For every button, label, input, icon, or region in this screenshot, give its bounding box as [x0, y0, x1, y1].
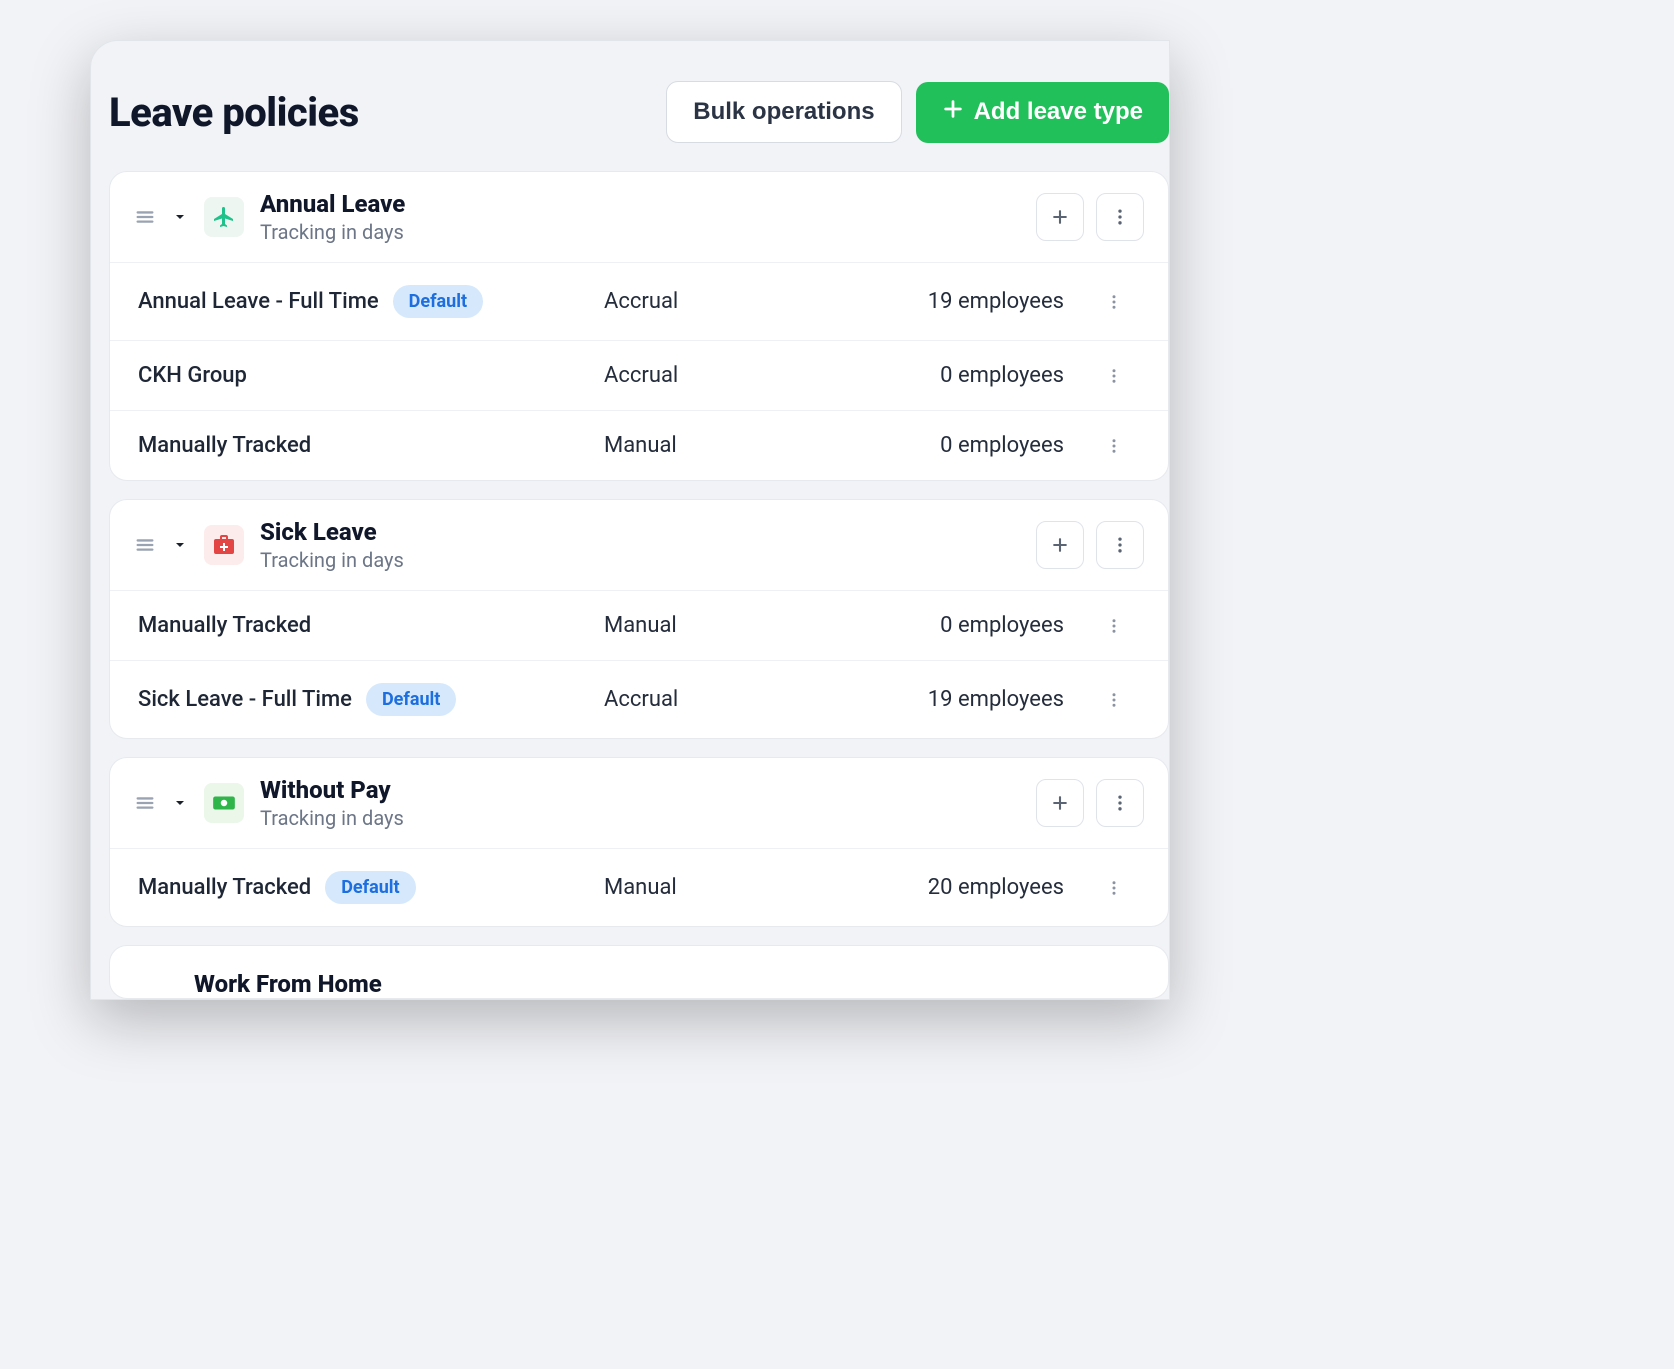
policy-employee-count: 19 employees: [824, 289, 1084, 314]
policy-name: CKH Group: [138, 363, 247, 388]
leave-type-title: Without Pay: [260, 776, 1020, 804]
leave-type-actions: [1036, 193, 1144, 241]
policy-name-cell: CKH Group: [138, 363, 604, 388]
policy-employee-count: 0 employees: [824, 613, 1084, 638]
leave-type-card: Sick Leave Tracking in days Manually Tra…: [109, 499, 1169, 739]
medkit-icon: [204, 525, 244, 565]
add-policy-button[interactable]: [1036, 193, 1084, 241]
drag-handle-icon[interactable]: [134, 534, 156, 556]
leave-type-actions: [1036, 779, 1144, 827]
policy-menu-icon[interactable]: [1084, 879, 1144, 897]
type-menu-button[interactable]: [1096, 779, 1144, 827]
leave-type-header: Without Pay Tracking in days: [110, 758, 1168, 849]
policy-row[interactable]: Sick Leave - Full Time Default Accrual 1…: [110, 661, 1168, 738]
cash-icon: [204, 783, 244, 823]
page-container: Leave policies Bulk operations Add leave…: [90, 40, 1170, 1000]
caret-down-icon[interactable]: [172, 209, 188, 225]
policy-name: Manually Tracked: [138, 613, 311, 638]
policy-mode: Accrual: [604, 363, 824, 388]
leave-type-header: Annual Leave Tracking in days: [110, 172, 1168, 263]
policy-row[interactable]: Manually Tracked Default Manual 20 emplo…: [110, 849, 1168, 926]
page-header: Leave policies Bulk operations Add leave…: [91, 81, 1169, 171]
leave-type-title-block: Sick Leave Tracking in days: [260, 518, 1020, 572]
policy-name: Manually Tracked: [138, 875, 311, 900]
leave-type-title-block: Annual Leave Tracking in days: [260, 190, 1020, 244]
leave-type-subtitle: Tracking in days: [260, 806, 1020, 830]
bulk-operations-label: Bulk operations: [693, 98, 874, 126]
leave-type-subtitle: Tracking in days: [260, 220, 1020, 244]
page-title: Leave policies: [91, 89, 359, 136]
policy-name: Manually Tracked: [138, 433, 311, 458]
caret-down-icon[interactable]: [172, 537, 188, 553]
policy-name-cell: Annual Leave - Full Time Default: [138, 285, 604, 318]
add-leave-type-button[interactable]: Add leave type: [916, 82, 1169, 143]
add-policy-button[interactable]: [1036, 779, 1084, 827]
leave-type-title: Sick Leave: [260, 518, 1020, 546]
policy-mode: Accrual: [604, 289, 824, 314]
drag-handle-icon[interactable]: [134, 206, 156, 228]
policy-name-cell: Manually Tracked Default: [138, 871, 604, 904]
policy-menu-icon[interactable]: [1084, 617, 1144, 635]
type-menu-button[interactable]: [1096, 521, 1144, 569]
default-badge: Default: [393, 285, 483, 318]
policy-name-cell: Sick Leave - Full Time Default: [138, 683, 604, 716]
leave-type-title: Work From Home: [134, 970, 382, 998]
leave-type-header: Work From Home: [110, 946, 1168, 998]
policy-name: Sick Leave - Full Time: [138, 687, 352, 712]
policy-name: Annual Leave - Full Time: [138, 289, 379, 314]
policy-mode: Manual: [604, 875, 824, 900]
add-leave-type-label: Add leave type: [974, 98, 1143, 126]
header-actions: Bulk operations Add leave type: [666, 81, 1169, 143]
policy-employee-count: 0 employees: [824, 363, 1084, 388]
leave-type-card: Annual Leave Tracking in days Annual Lea…: [109, 171, 1169, 481]
policy-row[interactable]: Manually Tracked Manual 0 employees: [110, 591, 1168, 661]
policy-row[interactable]: CKH Group Accrual 0 employees: [110, 341, 1168, 411]
drag-handle-icon[interactable]: [134, 792, 156, 814]
policy-menu-icon[interactable]: [1084, 691, 1144, 709]
policy-mode: Manual: [604, 613, 824, 638]
policy-row[interactable]: Manually Tracked Manual 0 employees: [110, 411, 1168, 480]
default-badge: Default: [366, 683, 456, 716]
plus-icon: [942, 98, 964, 127]
airplane-icon: [204, 197, 244, 237]
bulk-operations-button[interactable]: Bulk operations: [666, 81, 901, 143]
policy-mode: Accrual: [604, 687, 824, 712]
policy-name-cell: Manually Tracked: [138, 613, 604, 638]
leave-type-actions: [1036, 521, 1144, 569]
policy-menu-icon[interactable]: [1084, 437, 1144, 455]
leave-type-card: Work From Home: [109, 945, 1169, 999]
default-badge: Default: [325, 871, 415, 904]
policy-employee-count: 19 employees: [824, 687, 1084, 712]
policy-name-cell: Manually Tracked: [138, 433, 604, 458]
leave-type-header: Sick Leave Tracking in days: [110, 500, 1168, 591]
add-policy-button[interactable]: [1036, 521, 1084, 569]
type-menu-button[interactable]: [1096, 193, 1144, 241]
leave-type-subtitle: Tracking in days: [260, 548, 1020, 572]
leave-type-card: Without Pay Tracking in days Manually Tr…: [109, 757, 1169, 927]
policy-employee-count: 20 employees: [824, 875, 1084, 900]
policy-row[interactable]: Annual Leave - Full Time Default Accrual…: [110, 263, 1168, 341]
leave-type-title: Annual Leave: [260, 190, 1020, 218]
policy-menu-icon[interactable]: [1084, 367, 1144, 385]
policy-mode: Manual: [604, 433, 824, 458]
caret-down-icon[interactable]: [172, 795, 188, 811]
policy-menu-icon[interactable]: [1084, 293, 1144, 311]
leave-type-title-block: Without Pay Tracking in days: [260, 776, 1020, 830]
policy-employee-count: 0 employees: [824, 433, 1084, 458]
